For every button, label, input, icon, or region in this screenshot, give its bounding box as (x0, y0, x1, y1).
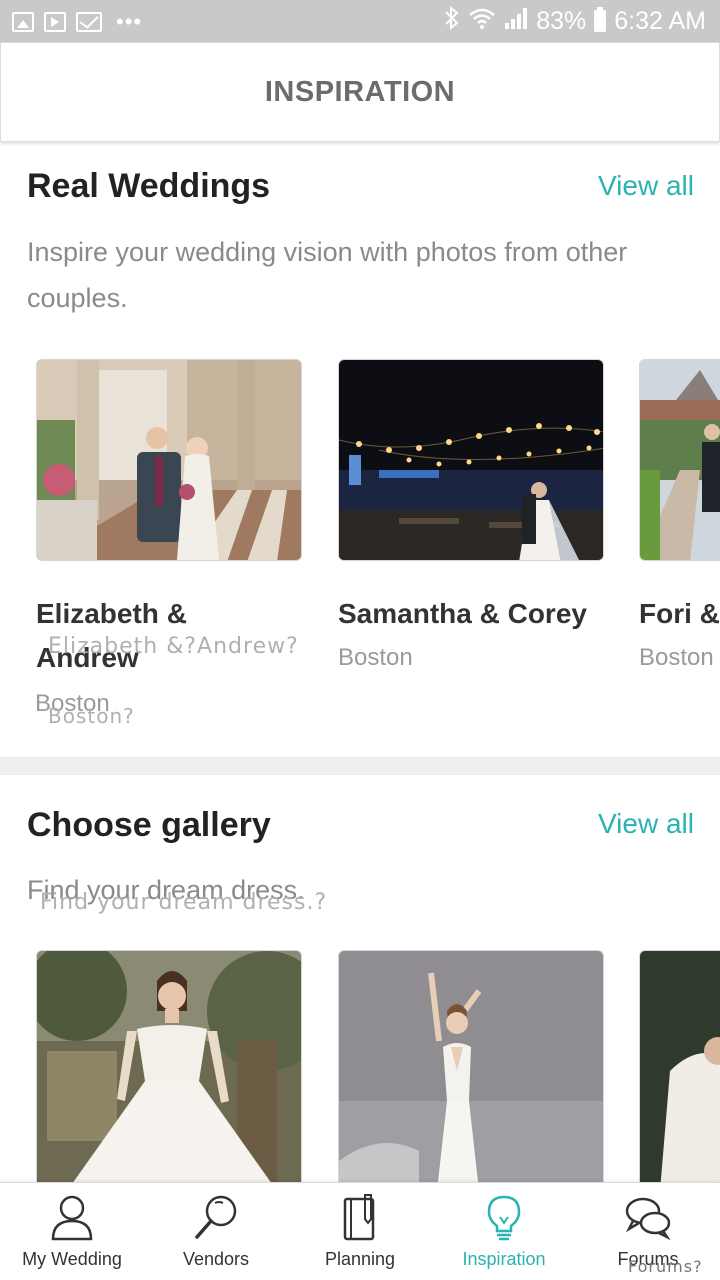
nav-ghost-label: Forums? (628, 1257, 703, 1276)
gallery-card-image[interactable] (338, 950, 604, 1190)
gallery-card-image[interactable] (36, 950, 302, 1190)
picture-icon (12, 12, 34, 32)
battery-percent: 83% (536, 6, 587, 35)
real-weddings-description: Inspire your wedding vision with photos … (27, 237, 628, 313)
wedding-card-title[interactable]: Samantha & Corey (338, 592, 608, 636)
mail-icon (76, 12, 102, 32)
wedding-card-ghost-title: Elizabeth &?Andrew? (48, 634, 299, 659)
more-dots-icon: ••• (116, 9, 143, 34)
page-title: INSPIRATION (264, 75, 456, 108)
wedding-card-title[interactable]: Fori & (639, 592, 720, 636)
signal-icon (504, 7, 528, 35)
person-icon (51, 1195, 93, 1241)
wedding-card-image[interactable] (338, 359, 604, 561)
bottom-navigation: My Wedding Vendors Planning Inspiration (0, 1182, 720, 1280)
search-icon (195, 1195, 237, 1239)
wifi-icon (468, 7, 496, 35)
chat-bubbles-icon (625, 1197, 671, 1241)
real-weddings-title: Real Weddings (27, 167, 271, 205)
choose-gallery-view-all-link[interactable]: View all (598, 808, 694, 840)
nav-my-wedding[interactable]: My Wedding (0, 1183, 144, 1280)
wedding-card-location: Boston (338, 644, 413, 671)
nav-inspiration[interactable]: Inspiration (432, 1183, 576, 1280)
play-store-icon (44, 12, 66, 32)
wedding-card-location: Boston (639, 644, 714, 671)
lightbulb-icon (487, 1195, 521, 1241)
notebook-icon (343, 1194, 375, 1241)
gallery-card-image[interactable] (639, 950, 720, 1190)
nav-label: My Wedding (22, 1249, 122, 1269)
app-header: INSPIRATION (0, 42, 720, 142)
wedding-card-image[interactable] (639, 359, 720, 561)
nav-forums[interactable]: Forums Forums? (576, 1183, 720, 1280)
battery-icon (594, 7, 607, 32)
nav-label: Planning (324, 1249, 396, 1269)
bluetooth-icon (444, 5, 460, 36)
status-bar: ••• 83% 6:32 AM (0, 0, 720, 42)
nav-planning[interactable]: Planning (288, 1183, 432, 1280)
nav-vendors[interactable]: Vendors (144, 1183, 288, 1280)
section-divider (0, 757, 720, 775)
nav-label: Inspiration (462, 1249, 546, 1269)
wedding-card-image[interactable] (36, 359, 302, 561)
real-weddings-view-all-link[interactable]: View all (598, 170, 694, 202)
clock: 6:32 AM (614, 6, 706, 35)
wedding-card-ghost-location: Boston? (48, 704, 135, 728)
choose-gallery-title: Choose gallery (27, 806, 271, 844)
nav-label: Vendors (182, 1249, 250, 1269)
choose-gallery-ghost-description: Find your dream dress.? (40, 890, 328, 915)
